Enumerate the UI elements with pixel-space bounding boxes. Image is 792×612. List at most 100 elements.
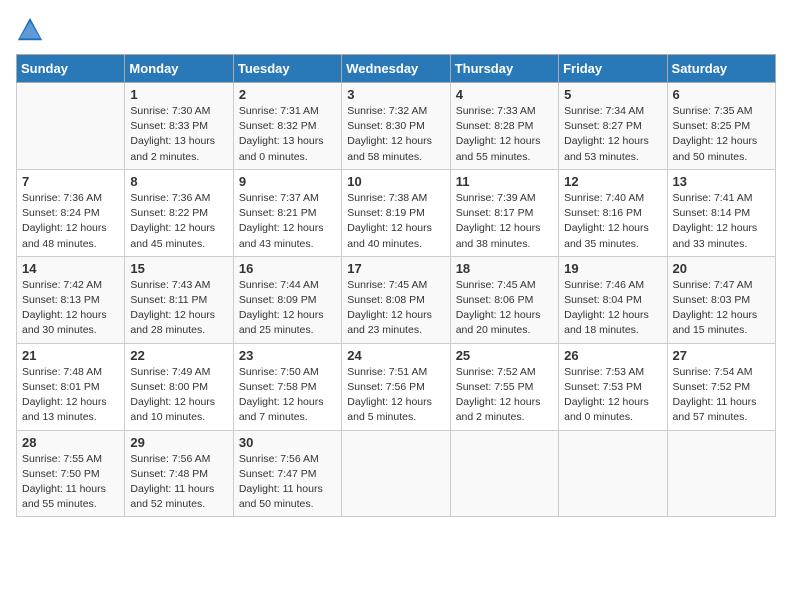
calendar-cell: 5Sunrise: 7:34 AM Sunset: 8:27 PM Daylig… [559,83,667,170]
day-number: 12 [564,174,661,189]
day-number: 22 [130,348,227,363]
day-info: Sunrise: 7:45 AM Sunset: 8:08 PM Dayligh… [347,278,444,339]
day-info: Sunrise: 7:50 AM Sunset: 7:58 PM Dayligh… [239,365,336,426]
calendar-cell [342,430,450,517]
calendar-cell: 10 Sunrise: 7:38 AM Sunset: 8:19 PM Dayli… [342,169,450,256]
calendar-cell: 15Sunrise: 7:43 AM Sunset: 8:11 PM Dayli… [125,256,233,343]
day-info: Sunrise: 7:36 AM Sunset: 8:24 PM Dayligh… [22,191,119,252]
page-header [16,16,776,44]
calendar-cell: 21 Sunrise: 7:48 AM Sunset: 8:01 PM Dayli… [17,343,125,430]
week-row-5: 28 Sunrise: 7:55 AM Sunset: 7:50 PM Dayli… [17,430,776,517]
day-number: 4 [456,87,553,102]
day-info: Sunrise: 7:30 AM Sunset: 8:33 PM Dayligh… [130,104,227,165]
calendar-cell: 13 Sunrise: 7:41 AM Sunset: 8:14 PM Dayli… [667,169,775,256]
calendar-cell: 4 Sunrise: 7:33 AM Sunset: 8:28 PM Daylig… [450,83,558,170]
day-info: Sunrise: 7:47 AM Sunset: 8:03 PM Dayligh… [673,278,770,339]
calendar-cell: 30 Sunrise: 7:56 AM Sunset: 7:47 PM Dayli… [233,430,341,517]
day-info: Sunrise: 7:45 AM Sunset: 8:06 PM Dayligh… [456,278,553,339]
day-info: Sunrise: 7:53 AM Sunset: 7:53 PM Dayligh… [564,365,661,426]
day-number: 21 [22,348,119,363]
calendar-body: 1 Sunrise: 7:30 AM Sunset: 8:33 PM Daylig… [17,83,776,517]
day-info: Sunrise: 7:52 AM Sunset: 7:55 PM Dayligh… [456,365,553,426]
calendar-cell: 11 Sunrise: 7:39 AM Sunset: 8:17 PM Dayli… [450,169,558,256]
header-cell-monday: Monday [125,55,233,83]
calendar-cell [450,430,558,517]
day-number: 13 [673,174,770,189]
calendar-cell: 25 Sunrise: 7:52 AM Sunset: 7:55 PM Dayli… [450,343,558,430]
calendar-cell: 29 Sunrise: 7:56 AM Sunset: 7:48 PM Dayli… [125,430,233,517]
day-info: Sunrise: 7:40 AM Sunset: 8:16 PM Dayligh… [564,191,661,252]
day-number: 16 [239,261,336,276]
day-info: Sunrise: 7:55 AM Sunset: 7:50 PM Dayligh… [22,452,119,513]
day-info: Sunrise: 7:34 AM Sunset: 8:27 PM Dayligh… [564,104,661,165]
calendar-cell: 9 Sunrise: 7:37 AM Sunset: 8:21 PM Daylig… [233,169,341,256]
day-info: Sunrise: 7:46 AM Sunset: 8:04 PM Dayligh… [564,278,661,339]
day-info: Sunrise: 7:37 AM Sunset: 8:21 PM Dayligh… [239,191,336,252]
day-info: Sunrise: 7:48 AM Sunset: 8:01 PM Dayligh… [22,365,119,426]
day-number: 28 [22,435,119,450]
header-cell-thursday: Thursday [450,55,558,83]
day-info: Sunrise: 7:41 AM Sunset: 8:14 PM Dayligh… [673,191,770,252]
calendar-cell: 20 Sunrise: 7:47 AM Sunset: 8:03 PM Dayli… [667,256,775,343]
header-cell-saturday: Saturday [667,55,775,83]
day-number: 8 [130,174,227,189]
day-number: 1 [130,87,227,102]
day-info: Sunrise: 7:56 AM Sunset: 7:47 PM Dayligh… [239,452,336,513]
header-cell-sunday: Sunday [17,55,125,83]
day-number: 9 [239,174,336,189]
day-info: Sunrise: 7:31 AM Sunset: 8:32 PM Dayligh… [239,104,336,165]
calendar-cell: 2 Sunrise: 7:31 AM Sunset: 8:32 PM Daylig… [233,83,341,170]
header-row: SundayMondayTuesdayWednesdayThursdayFrid… [17,55,776,83]
day-number: 26 [564,348,661,363]
week-row-4: 21 Sunrise: 7:48 AM Sunset: 8:01 PM Dayli… [17,343,776,430]
day-number: 17 [347,261,444,276]
calendar-cell: 18 Sunrise: 7:45 AM Sunset: 8:06 PM Dayli… [450,256,558,343]
calendar-cell [667,430,775,517]
calendar-cell: 24Sunrise: 7:51 AM Sunset: 7:56 PM Dayli… [342,343,450,430]
day-number: 10 [347,174,444,189]
day-number: 14 [22,261,119,276]
calendar-cell: 17 Sunrise: 7:45 AM Sunset: 8:08 PM Dayli… [342,256,450,343]
calendar-cell: 14Sunrise: 7:42 AM Sunset: 8:13 PM Dayli… [17,256,125,343]
day-number: 20 [673,261,770,276]
day-info: Sunrise: 7:39 AM Sunset: 8:17 PM Dayligh… [456,191,553,252]
day-number: 18 [456,261,553,276]
day-info: Sunrise: 7:44 AM Sunset: 8:09 PM Dayligh… [239,278,336,339]
calendar-cell: 8Sunrise: 7:36 AM Sunset: 8:22 PM Daylig… [125,169,233,256]
calendar-cell [559,430,667,517]
day-info: Sunrise: 7:33 AM Sunset: 8:28 PM Dayligh… [456,104,553,165]
day-info: Sunrise: 7:32 AM Sunset: 8:30 PM Dayligh… [347,104,444,165]
calendar-cell: 26 Sunrise: 7:53 AM Sunset: 7:53 PM Dayli… [559,343,667,430]
calendar-cell: 23 Sunrise: 7:50 AM Sunset: 7:58 PM Dayli… [233,343,341,430]
calendar-cell: 19 Sunrise: 7:46 AM Sunset: 8:04 PM Dayli… [559,256,667,343]
calendar-cell: 7Sunrise: 7:36 AM Sunset: 8:24 PM Daylig… [17,169,125,256]
day-number: 25 [456,348,553,363]
calendar-cell: 27Sunrise: 7:54 AM Sunset: 7:52 PM Dayli… [667,343,775,430]
calendar-cell: 12 Sunrise: 7:40 AM Sunset: 8:16 PM Dayli… [559,169,667,256]
day-number: 6 [673,87,770,102]
calendar-cell [17,83,125,170]
day-number: 30 [239,435,336,450]
week-row-1: 1 Sunrise: 7:30 AM Sunset: 8:33 PM Daylig… [17,83,776,170]
calendar-header: SundayMondayTuesdayWednesdayThursdayFrid… [17,55,776,83]
day-number: 2 [239,87,336,102]
day-number: 15 [130,261,227,276]
day-info: Sunrise: 7:38 AM Sunset: 8:19 PM Dayligh… [347,191,444,252]
calendar-cell: 1 Sunrise: 7:30 AM Sunset: 8:33 PM Daylig… [125,83,233,170]
calendar-table: SundayMondayTuesdayWednesdayThursdayFrid… [16,54,776,517]
day-number: 11 [456,174,553,189]
day-number: 19 [564,261,661,276]
day-info: Sunrise: 7:35 AM Sunset: 8:25 PM Dayligh… [673,104,770,165]
day-info: Sunrise: 7:56 AM Sunset: 7:48 PM Dayligh… [130,452,227,513]
calendar-cell: 3 Sunrise: 7:32 AM Sunset: 8:30 PM Daylig… [342,83,450,170]
week-row-3: 14Sunrise: 7:42 AM Sunset: 8:13 PM Dayli… [17,256,776,343]
calendar-cell: 22Sunrise: 7:49 AM Sunset: 8:00 PM Dayli… [125,343,233,430]
logo [16,16,48,44]
header-cell-friday: Friday [559,55,667,83]
week-row-2: 7Sunrise: 7:36 AM Sunset: 8:24 PM Daylig… [17,169,776,256]
day-number: 29 [130,435,227,450]
day-number: 23 [239,348,336,363]
calendar-cell: 6 Sunrise: 7:35 AM Sunset: 8:25 PM Daylig… [667,83,775,170]
header-cell-tuesday: Tuesday [233,55,341,83]
day-number: 3 [347,87,444,102]
